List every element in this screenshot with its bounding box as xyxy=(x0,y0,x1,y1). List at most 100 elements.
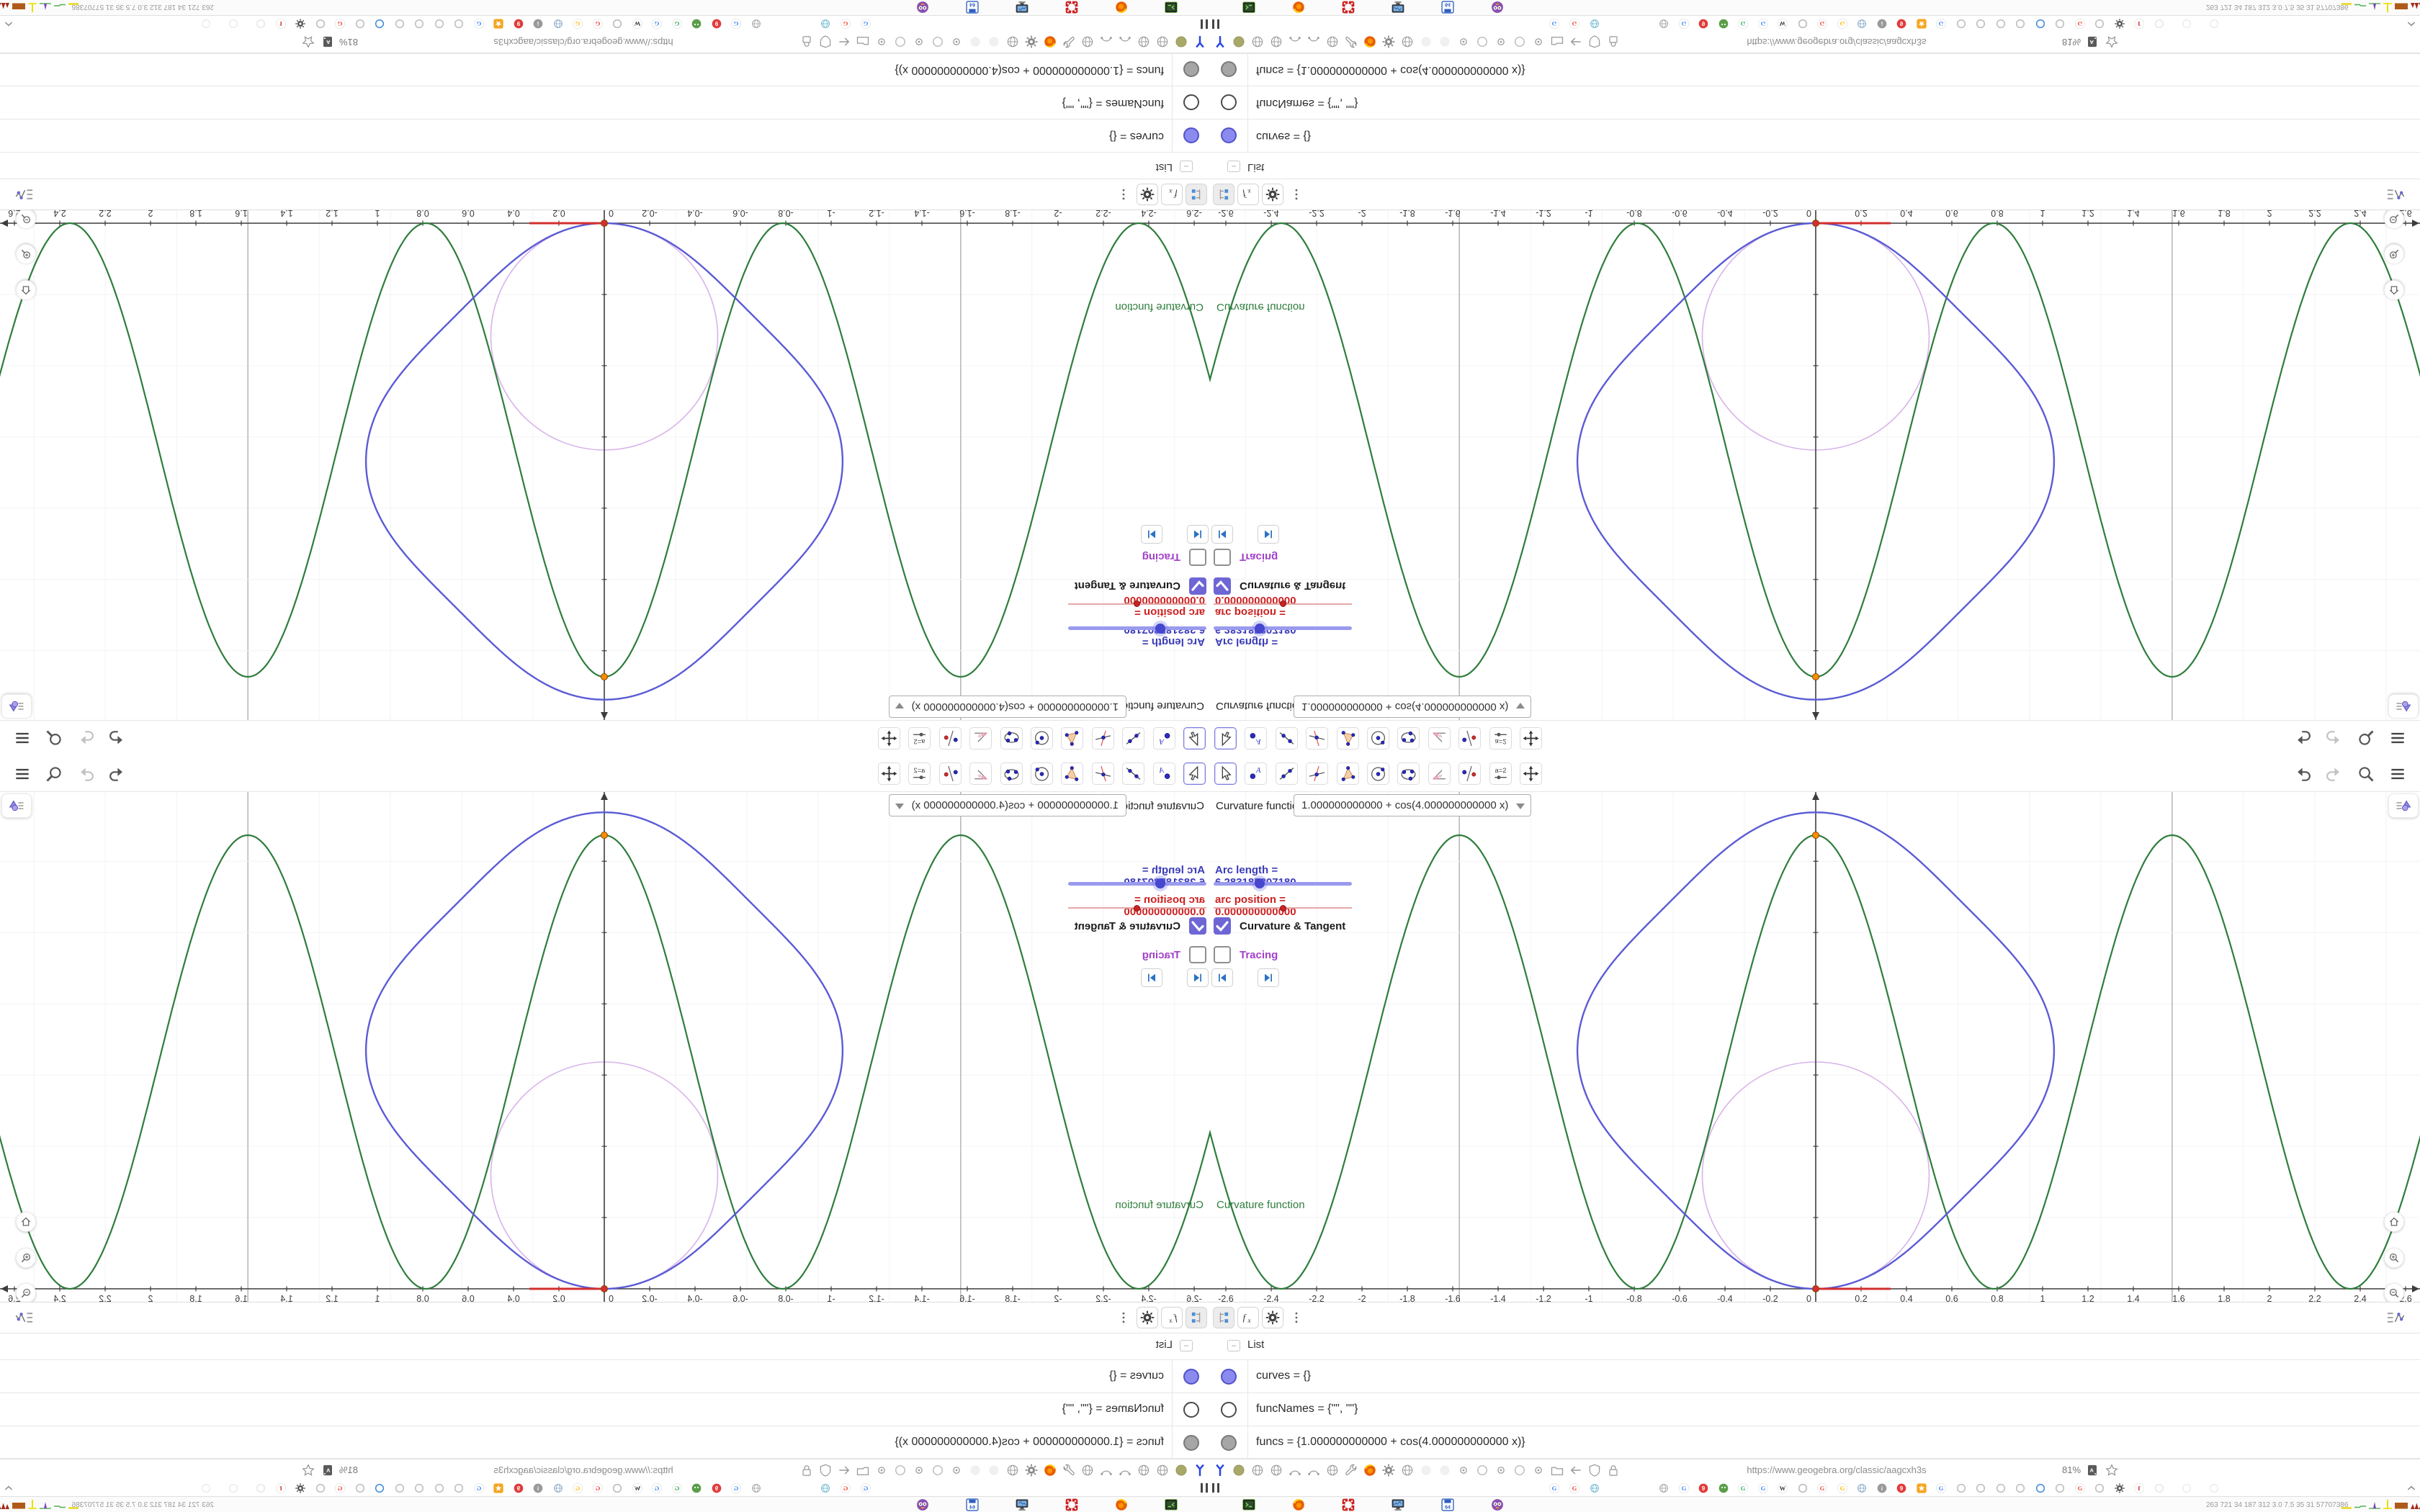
redo-button[interactable] xyxy=(78,765,97,783)
arc-icon[interactable] xyxy=(1099,1463,1113,1477)
gear-icon[interactable] xyxy=(1262,1307,1283,1328)
home-icon[interactable] xyxy=(2384,280,2404,300)
tool-reflect-about-line-icon[interactable] xyxy=(1458,727,1482,750)
algebra-expression[interactable]: funcs = {1.000000000000 + cos(4.00000000… xyxy=(1256,63,1525,76)
bookmark-favicon[interactable]: G xyxy=(652,18,663,30)
bookmarks-overflow-chevron-icon[interactable] xyxy=(3,18,14,30)
ghost-icon[interactable] xyxy=(1419,1463,1433,1477)
shield-icon[interactable] xyxy=(818,35,833,49)
skip-to-end-button[interactable] xyxy=(1258,968,1279,987)
browser-zoom-level[interactable]: 81% xyxy=(339,37,358,48)
small-dot-icon[interactable] xyxy=(1531,1463,1546,1477)
algebra-row[interactable]: curves = {} xyxy=(1210,119,2420,153)
tool-slider-icon[interactable]: a=2 xyxy=(1489,727,1512,750)
arc-icon[interactable] xyxy=(1118,1463,1132,1477)
bookmark-favicon[interactable] xyxy=(1975,18,1986,30)
wrench-icon[interactable] xyxy=(1062,1463,1076,1477)
floppy-64-icon[interactable]: 64 xyxy=(965,1498,980,1512)
bookmark-favicon[interactable] xyxy=(434,1482,445,1494)
wrench-icon[interactable] xyxy=(1062,35,1076,49)
graphics-view[interactable]: -2.6 -2.4 -2.2 -2 -1.8 -1.6 -1.4 -1.2 -1 -0.8 -0.6… xyxy=(0,792,1210,1303)
folder-icon[interactable] xyxy=(1550,1463,1564,1477)
globe-icon[interactable] xyxy=(1080,35,1095,49)
bookmark-favicon[interactable] xyxy=(552,1482,564,1494)
tool-polygon-icon[interactable] xyxy=(1336,762,1359,785)
undo-button[interactable] xyxy=(107,729,125,747)
gear-gray-icon[interactable] xyxy=(1381,1463,1396,1477)
gear-gray-icon[interactable] xyxy=(1024,1463,1039,1477)
algebra-row[interactable]: funcNames = {"", ""} xyxy=(1210,86,2420,120)
visibility-marble[interactable] xyxy=(1183,127,1199,143)
bookmark-favicon[interactable]: G xyxy=(1816,18,1828,30)
tool-intersect-lines-icon[interactable] xyxy=(1091,727,1114,750)
bookmark-favicon[interactable]: G xyxy=(1569,18,1580,30)
reader-view-icon[interactable]: A xyxy=(321,1463,334,1477)
bookmark-favicon[interactable] xyxy=(2054,1482,2066,1494)
bookmarks-overflow-chevron-icon[interactable] xyxy=(3,1482,14,1494)
lock-icon[interactable] xyxy=(799,1463,814,1477)
search-icon[interactable] xyxy=(45,729,63,747)
bookmark-favicon[interactable] xyxy=(375,18,386,30)
algebra-expression[interactable]: funcs = {1.000000000000 + cos(4.00000000… xyxy=(895,1436,1164,1449)
bookmark-favicon[interactable]: W xyxy=(1777,1482,1788,1494)
bookmark-favicon[interactable] xyxy=(454,1482,465,1494)
curvature-tangent-checkbox[interactable] xyxy=(1189,917,1206,935)
bookmark-favicon[interactable] xyxy=(1797,18,1809,30)
bookmark-favicon[interactable]: f xyxy=(275,18,287,30)
bookmark-favicon[interactable] xyxy=(750,18,762,30)
globe-icon[interactable] xyxy=(1137,35,1151,49)
y-pin-icon[interactable] xyxy=(1213,1463,1227,1477)
algebra-expression[interactable]: funcs = {1.000000000000 + cos(4.00000000… xyxy=(895,63,1164,76)
arc-icon[interactable] xyxy=(1099,35,1113,49)
algebra-expression[interactable]: curves = {} xyxy=(1256,130,1311,143)
bookmark-favicon[interactable] xyxy=(1797,1482,1809,1494)
small-dot-icon[interactable] xyxy=(1531,35,1546,49)
visibility-marble[interactable] xyxy=(1183,94,1199,110)
bookmark-favicon[interactable]: G xyxy=(1816,1482,1828,1494)
redo-button[interactable] xyxy=(2323,765,2342,783)
purple-avatar-icon[interactable] xyxy=(915,0,930,14)
url-text[interactable]: https://www.geogebra.org/classic/aagcxh3… xyxy=(1671,37,2002,48)
tool-move-graphics-view-icon[interactable] xyxy=(1520,762,1542,785)
tool-circle-center-point-icon[interactable] xyxy=(1031,762,1053,785)
tracing-checkbox[interactable] xyxy=(1189,549,1206,566)
tool-ellipse-icon[interactable] xyxy=(1000,727,1023,750)
visibility-marble[interactable] xyxy=(1183,1435,1199,1451)
bookmark-favicon[interactable] xyxy=(691,18,703,30)
bookmark-star-icon[interactable] xyxy=(2105,35,2119,49)
bookmark-star-icon[interactable] xyxy=(2105,1463,2119,1477)
bookmark-favicon[interactable]: G xyxy=(671,1482,683,1494)
fx-icon[interactable]: fx xyxy=(1237,1307,1259,1328)
arc-length-slider-knob[interactable] xyxy=(1155,878,1165,888)
ring-icon[interactable] xyxy=(893,35,908,49)
firefox-icon[interactable] xyxy=(1291,0,1306,14)
graphics-view[interactable]: -2.6 -2.4 -2.2 -2 -1.8 -1.6 -1.4 -1.2 -1 -0.8 -0.6… xyxy=(1210,792,2420,1303)
bookmark-favicon[interactable]: i xyxy=(1876,1482,1888,1494)
bookmark-favicon[interactable]: G xyxy=(1569,1482,1580,1494)
arc-position-slider-knob[interactable] xyxy=(1134,905,1140,912)
bookmark-favicon[interactable]: G xyxy=(473,18,485,30)
tool-slider-icon[interactable]: a=2 xyxy=(1489,762,1512,785)
bookmark-favicon[interactable]: 9 xyxy=(1698,18,1709,30)
terminal-app-icon[interactable] xyxy=(1242,1498,1256,1512)
visibility-marble[interactable] xyxy=(1183,1369,1199,1385)
visibility-marble[interactable] xyxy=(1221,61,1237,77)
olive-circle-icon[interactable] xyxy=(1232,1463,1246,1477)
bookmark-favicon[interactable]: G xyxy=(1757,1482,1769,1494)
menu-icon[interactable] xyxy=(13,729,32,747)
url-text[interactable]: https://www.geogebra.org/classic/aagcxh3… xyxy=(1671,1464,2002,1475)
bookmark-favicon[interactable] xyxy=(2208,1482,2220,1494)
bookmark-favicon[interactable] xyxy=(228,1482,239,1494)
bookmark-favicon[interactable] xyxy=(1916,1482,1927,1494)
firefox-icon[interactable] xyxy=(1291,1498,1306,1512)
small-dot-icon[interactable] xyxy=(874,1463,889,1477)
algebra-row[interactable]: curves = {} xyxy=(0,119,1210,153)
algebra-row[interactable]: funcNames = {"", ""} xyxy=(0,86,1210,120)
zoom-in-icon[interactable] xyxy=(2384,1248,2404,1268)
tool-angle-icon[interactable]: α xyxy=(969,727,992,750)
zoom-out-icon[interactable] xyxy=(2384,1283,2404,1303)
visibility-marble[interactable] xyxy=(1221,1369,1237,1385)
algebra-row[interactable]: funcs = {1.000000000000 + cos(4.00000000… xyxy=(1210,53,2420,86)
zoom-in-icon[interactable] xyxy=(16,1248,36,1268)
lock-icon[interactable] xyxy=(799,35,814,49)
